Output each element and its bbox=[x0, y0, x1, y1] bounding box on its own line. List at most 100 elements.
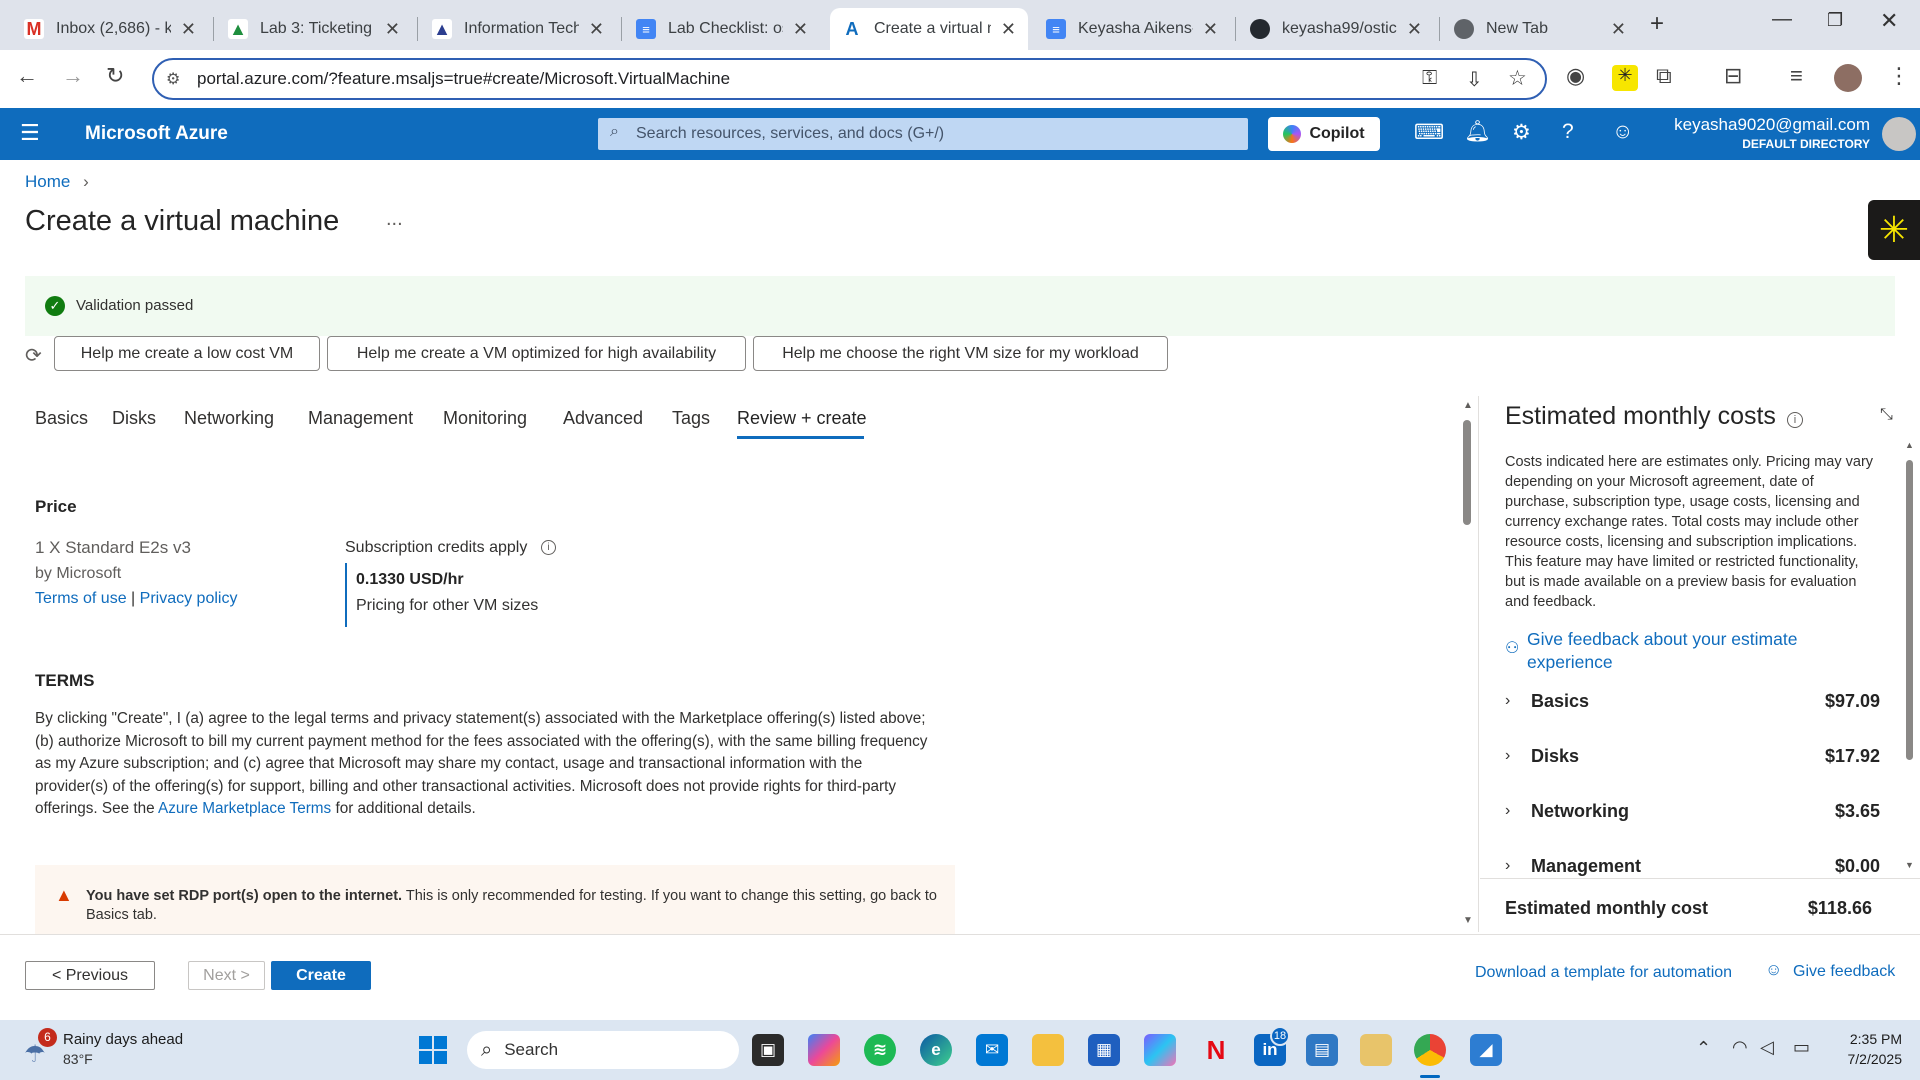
tab-lab3[interactable]: ▲ Lab 3: Ticketing S ✕ bbox=[216, 8, 412, 50]
reload-icon[interactable]: ↻ bbox=[106, 63, 124, 89]
hamburger-menu-icon[interactable]: ☰ bbox=[20, 120, 40, 146]
help-icon[interactable]: ? bbox=[1562, 120, 1574, 144]
media-control-icon[interactable]: ≡ bbox=[1790, 63, 1803, 89]
chrome-taskbar-icon[interactable] bbox=[1414, 1034, 1446, 1066]
close-window-icon[interactable]: ✕ bbox=[1880, 8, 1898, 34]
windows-start-icon[interactable] bbox=[419, 1036, 447, 1064]
terms-of-use-link[interactable]: Terms of use bbox=[35, 590, 127, 607]
tab-disks[interactable]: Disks bbox=[112, 408, 156, 429]
password-key-icon[interactable]: ⚿ bbox=[1422, 67, 1437, 90]
cost-row-basics[interactable]: › Basics $97.09 bbox=[1505, 686, 1880, 716]
close-tab-icon[interactable]: ✕ bbox=[793, 19, 808, 40]
next-button[interactable]: Next > bbox=[188, 961, 265, 990]
close-tab-icon[interactable]: ✕ bbox=[1001, 19, 1016, 40]
pricing-other-sizes-link[interactable]: Pricing for other VM sizes bbox=[356, 597, 538, 615]
scrollbar-thumb[interactable] bbox=[1906, 460, 1913, 760]
back-icon[interactable]: ← bbox=[16, 63, 38, 89]
cost-row-management[interactable]: › Management $0.00 bbox=[1505, 851, 1880, 881]
tab-keyasha-doc[interactable]: ≡ Keyasha Aikens-E ✕ bbox=[1034, 8, 1230, 50]
close-tab-icon[interactable]: ✕ bbox=[1407, 19, 1422, 40]
clock-time[interactable]: 2:35 PM bbox=[1830, 1031, 1902, 1047]
netflix-icon[interactable]: N bbox=[1200, 1034, 1232, 1066]
user-email[interactable]: keyasha9020@gmail.com bbox=[1670, 115, 1870, 135]
forward-icon[interactable]: → bbox=[62, 63, 84, 89]
extension-g-icon[interactable]: ◉ bbox=[1566, 63, 1585, 89]
tab-lab-checklist[interactable]: ≡ Lab Checklist: os ✕ bbox=[624, 8, 820, 50]
bookmark-star-icon[interactable]: ☆ bbox=[1508, 66, 1527, 91]
close-tab-icon[interactable]: ✕ bbox=[589, 19, 604, 40]
m365-icon[interactable] bbox=[1144, 1034, 1176, 1066]
task-view-icon[interactable]: ▣ bbox=[752, 1034, 784, 1066]
tab-management[interactable]: Management bbox=[308, 408, 413, 429]
calculator-app-icon[interactable]: ▤ bbox=[1306, 1034, 1338, 1066]
collapse-panel-icon[interactable]: ⤡ bbox=[1880, 406, 1893, 424]
scroll-down-icon[interactable]: ▼ bbox=[1905, 860, 1914, 870]
extensions-puzzle-icon[interactable]: ⧉ bbox=[1656, 63, 1672, 89]
costs-scrollbar[interactable]: ▲ ▼ bbox=[1905, 440, 1914, 870]
tab-review-create[interactable]: Review + create bbox=[737, 408, 867, 429]
url-text[interactable]: portal.azure.com/?feature.msaljs=true#cr… bbox=[197, 69, 730, 89]
scroll-up-icon[interactable]: ▲ bbox=[1463, 400, 1473, 411]
global-search-input[interactable]: ⌕ Search resources, services, and docs (… bbox=[598, 118, 1248, 150]
more-options-icon[interactable]: ... bbox=[386, 208, 403, 231]
copilot-app-icon[interactable] bbox=[808, 1034, 840, 1066]
volume-icon[interactable]: ◁ bbox=[1760, 1037, 1774, 1058]
suggest-vm-size-button[interactable]: Help me choose the right VM size for my … bbox=[753, 336, 1168, 371]
breadcrumb-home[interactable]: Home bbox=[25, 172, 70, 191]
microsoft-store-icon[interactable]: ▦ bbox=[1088, 1034, 1120, 1066]
minimize-icon[interactable]: — bbox=[1772, 8, 1792, 31]
create-button[interactable]: Create bbox=[271, 961, 371, 990]
give-feedback-link[interactable]: Give feedback bbox=[1793, 963, 1895, 981]
edge-icon[interactable]: e bbox=[920, 1034, 952, 1066]
tab-advanced[interactable]: Advanced bbox=[563, 408, 643, 429]
battery-icon[interactable]: ▭ bbox=[1793, 1037, 1810, 1058]
cost-row-disks[interactable]: › Disks $17.92 bbox=[1505, 741, 1880, 771]
tab-information-tech[interactable]: ▲ Information Tech ✕ bbox=[420, 8, 616, 50]
scroll-down-icon[interactable]: ▼ bbox=[1463, 915, 1473, 926]
privacy-policy-link[interactable]: Privacy policy bbox=[140, 590, 238, 607]
copilot-button[interactable]: Copilot bbox=[1268, 117, 1380, 151]
tab-create-vm[interactable]: A Create a virtual m ✕ bbox=[830, 8, 1028, 50]
extension-side-icon[interactable]: ✳ bbox=[1868, 200, 1920, 260]
mail-icon[interactable]: ✉ bbox=[976, 1034, 1008, 1066]
restore-icon[interactable]: ❐ bbox=[1827, 10, 1843, 31]
tab-basics[interactable]: Basics bbox=[35, 408, 88, 429]
file-explorer-icon[interactable] bbox=[1032, 1034, 1064, 1066]
marketplace-terms-link[interactable]: Azure Marketplace Terms bbox=[158, 800, 331, 817]
tab-github[interactable]: keyasha99/ostick ✕ bbox=[1238, 8, 1434, 50]
profile-avatar[interactable] bbox=[1834, 64, 1862, 92]
wifi-icon[interactable]: ◠ bbox=[1732, 1037, 1748, 1058]
new-tab-icon[interactable]: + bbox=[1650, 10, 1664, 38]
search-tabs-icon[interactable]: ⊟ bbox=[1724, 63, 1742, 89]
weather-title[interactable]: Rainy days ahead bbox=[63, 1031, 183, 1048]
tab-networking[interactable]: Networking bbox=[184, 408, 274, 429]
close-tab-icon[interactable]: ✕ bbox=[1611, 19, 1626, 40]
suggest-low-cost-vm-button[interactable]: Help me create a low cost VM bbox=[54, 336, 320, 371]
tab-new-tab[interactable]: New Tab ✕ bbox=[1442, 8, 1638, 50]
info-icon[interactable]: i bbox=[541, 540, 556, 555]
clock-date[interactable]: 7/2/2025 bbox=[1830, 1051, 1903, 1067]
scrollbar-thumb[interactable] bbox=[1463, 420, 1471, 525]
scroll-up-icon[interactable]: ▲ bbox=[1905, 440, 1914, 450]
user-directory[interactable]: DEFAULT DIRECTORY bbox=[1670, 137, 1870, 151]
taskbar-search-input[interactable]: ⌕ Search bbox=[467, 1031, 739, 1069]
address-bar[interactable]: ⚙ portal.azure.com/?feature.msaljs=true#… bbox=[152, 58, 1547, 100]
spotify-icon[interactable]: ≋ bbox=[864, 1034, 896, 1066]
photos-app-icon[interactable]: ◢ bbox=[1470, 1034, 1502, 1066]
close-tab-icon[interactable]: ✕ bbox=[385, 19, 400, 40]
suggest-high-availability-button[interactable]: Help me create a VM optimized for high a… bbox=[327, 336, 746, 371]
tab-tags[interactable]: Tags bbox=[672, 408, 710, 429]
install-app-icon[interactable]: ⇩ bbox=[1466, 67, 1483, 92]
user-avatar[interactable] bbox=[1882, 117, 1916, 151]
show-hidden-icons-chevron-icon[interactable]: ⌃ bbox=[1696, 1038, 1711, 1059]
close-tab-icon[interactable]: ✕ bbox=[181, 19, 196, 40]
feedback-icon[interactable]: ☺ bbox=[1612, 120, 1633, 144]
download-template-link[interactable]: Download a template for automation bbox=[1475, 964, 1732, 982]
site-settings-icon[interactable]: ⚙ bbox=[166, 69, 180, 89]
costs-info-icon[interactable]: i bbox=[1787, 412, 1803, 428]
estimate-feedback-link[interactable]: Give feedback about your estimate experi… bbox=[1527, 628, 1847, 674]
close-tab-icon[interactable]: ✕ bbox=[1203, 19, 1218, 40]
tab-monitoring[interactable]: Monitoring bbox=[443, 408, 527, 429]
main-scrollbar[interactable]: ▲ ▼ bbox=[1462, 400, 1473, 930]
tab-gmail[interactable]: M Inbox (2,686) - ke ✕ bbox=[12, 8, 208, 50]
